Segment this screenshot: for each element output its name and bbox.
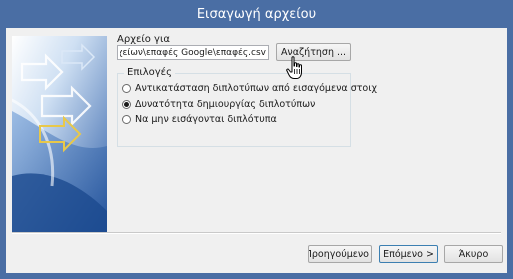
options-legend: Επιλογές: [124, 67, 175, 78]
dialog-title: Εισαγωγή αρχείου: [196, 6, 317, 22]
option-label: Δυνατότητα δημιουργίας διπλοτύπων: [135, 99, 316, 110]
option-replace-duplicates[interactable]: Αντικατάσταση διπλοτύπων από εισαγόμενα …: [122, 82, 377, 95]
import-wizard-arrows-icon: [12, 36, 107, 234]
option-allow-duplicates[interactable]: Δυνατότητα δημιουργίας διπλοτύπων: [122, 98, 315, 111]
file-to-import-label: Αρχείο για: [117, 34, 170, 45]
import-file-dialog: Εισαγωγή αρχείου Αρχείο για αρχείων\επαφ…: [0, 0, 513, 279]
dialog-client-area: Αρχείο για Αναζήτηση ... Επιλογές Αντικα…: [6, 28, 507, 273]
radio-button[interactable]: [122, 84, 131, 93]
option-label: Αντικατάσταση διπλοτύπων από εισαγόμενα …: [135, 83, 377, 94]
option-label: Να μην εισάγονται διπλότυπα: [135, 114, 277, 125]
radio-button[interactable]: [122, 115, 131, 124]
footer-divider: [12, 232, 501, 234]
next-button[interactable]: Επόμενο >: [379, 245, 438, 263]
browse-button[interactable]: Αναζήτηση ...: [276, 43, 351, 61]
option-no-duplicates[interactable]: Να μην εισάγονται διπλότυπα: [122, 113, 277, 126]
cancel-button[interactable]: Άκυρο: [444, 245, 503, 263]
file-path-input[interactable]: [117, 45, 269, 60]
radio-dot-icon: [124, 102, 129, 107]
radio-button-selected[interactable]: [122, 100, 131, 109]
previous-button[interactable]: < Προηγούμενο: [308, 245, 372, 263]
